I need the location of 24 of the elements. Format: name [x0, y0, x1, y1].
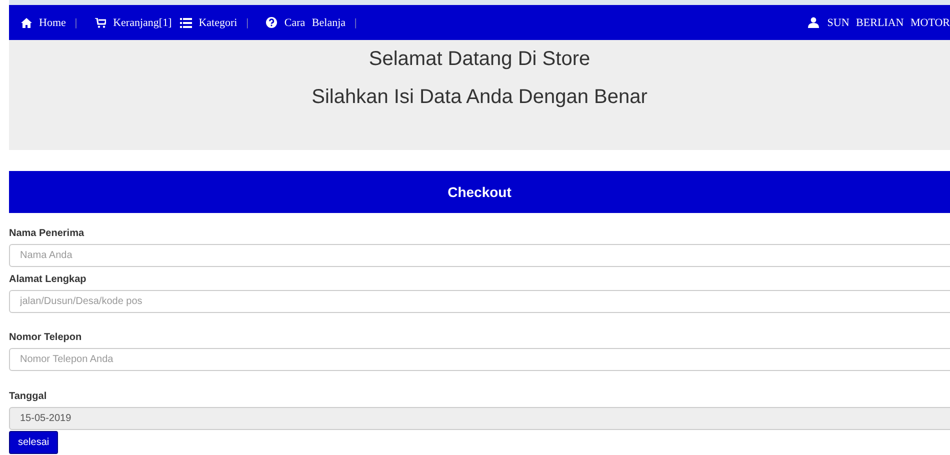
separator: | [354, 16, 357, 28]
field-label: Alamat Lengkap [9, 274, 88, 285]
nav-link[interactable]: Keranjang[1] [113, 16, 172, 28]
nav-link[interactable]: Kategori [198, 16, 238, 28]
field-label: Tanggal [9, 391, 48, 402]
field-label: Nomor Telepon [9, 332, 83, 343]
welcome-subtitle: Silahkan Isi Data Anda Dengan Benar [310, 86, 648, 109]
nav-link[interactable]: Home [39, 16, 66, 28]
input-field[interactable]: jalan/Dusun/Desa/kode pos [9, 290, 950, 313]
cart-icon [95, 18, 106, 28]
finish-button[interactable]: selesai [9, 431, 58, 454]
help-icon [266, 17, 278, 28]
separator: | [74, 16, 78, 28]
user-icon [808, 17, 820, 28]
input-field[interactable]: Nama Anda [9, 244, 950, 267]
field-label: Nama Penerima [9, 228, 86, 239]
separator: | [246, 16, 248, 28]
nav-link[interactable]: Cara Belanja [284, 16, 346, 28]
checkout-header: Checkout [9, 171, 950, 213]
input-field[interactable]: Nomor Telepon Anda [9, 348, 950, 371]
user-link[interactable]: SUN BERLIAN MOTOR [827, 16, 950, 28]
welcome-title: Selamat Datang Di Store [368, 48, 592, 71]
home-icon [21, 18, 32, 28]
list-icon [180, 18, 192, 28]
